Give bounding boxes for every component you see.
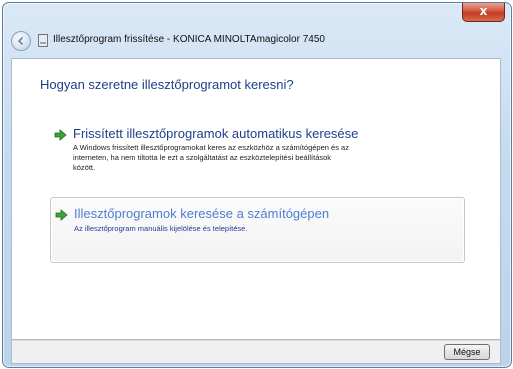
browse-computer-option[interactable]: Illesztőprogramok keresése a számítógépe… xyxy=(50,197,465,263)
option-description: A Windows frissített illesztőprogramokat… xyxy=(73,143,443,173)
back-arrow-icon xyxy=(17,36,24,46)
window-title: Illesztőprogram frissítése - KONICA MINO… xyxy=(53,34,325,45)
option-title: Illesztőprogramok keresése a számítógépe… xyxy=(74,206,330,221)
page-heading: Hogyan szeretne illesztőprogramot keresn… xyxy=(40,77,294,92)
green-arrow-icon xyxy=(55,209,68,221)
description-line: Az illesztőprogram manuális kijelölése é… xyxy=(74,224,248,233)
close-button[interactable]: x xyxy=(462,3,505,22)
title-bar: Illesztőprogram frissítése - KONICA MINO… xyxy=(7,23,507,57)
option-title: Frissített illesztőprogramok automatikus… xyxy=(73,126,359,141)
dialog-window: x Illesztőprogram frissítése - KONICA MI… xyxy=(2,2,512,368)
cancel-button[interactable]: Mégse xyxy=(444,344,490,360)
content-panel: Hogyan szeretne illesztőprogramot keresn… xyxy=(11,58,501,340)
back-button[interactable] xyxy=(11,31,31,51)
device-icon xyxy=(38,34,48,47)
footer-bar: Mégse xyxy=(11,340,501,364)
green-arrow-icon xyxy=(54,129,67,141)
description-line: interneten, ha nem tiltotta le ezt a szo… xyxy=(73,153,332,162)
option-description: Az illesztőprogram manuális kijelölése é… xyxy=(74,224,247,234)
description-line: között. xyxy=(73,163,96,172)
description-line: A Windows frissített illesztőprogramokat… xyxy=(73,143,349,152)
